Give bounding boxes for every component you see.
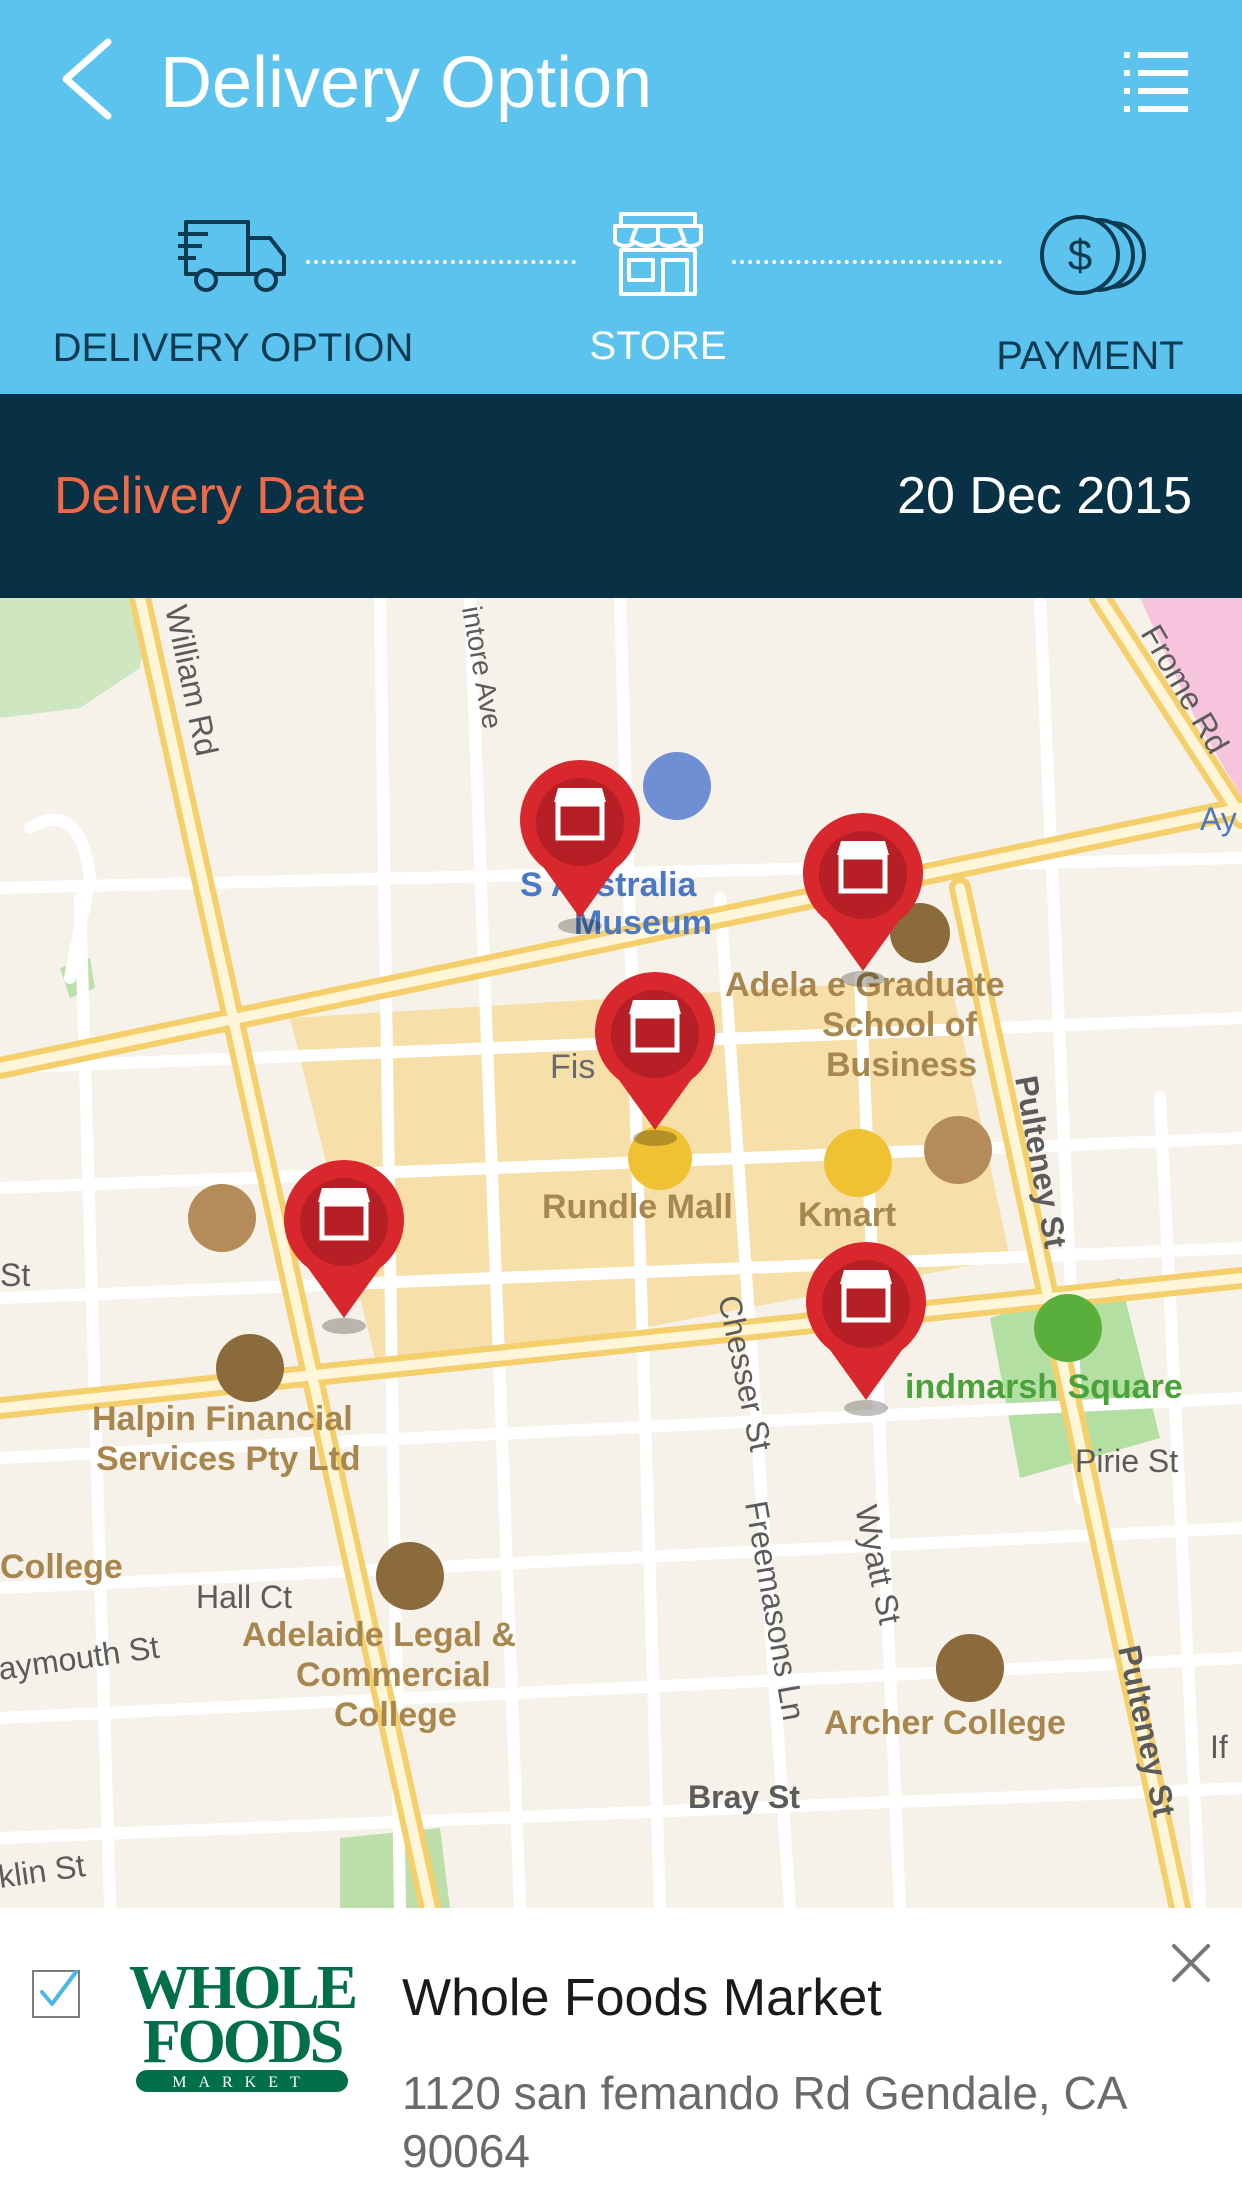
graduation-cap-icon [376, 1542, 444, 1610]
delivery-date-bar[interactable]: Delivery Date 20 Dec 2015 [0, 394, 1242, 598]
page-title: Delivery Option [160, 43, 653, 123]
place-label: Services Pty Ltd [96, 1440, 361, 1478]
app-header: Delivery Option DELIVERY OPTION STORE $ … [0, 0, 1242, 394]
street-label: Hall Ct [196, 1579, 292, 1615]
restaurant-icon [924, 1116, 992, 1184]
close-icon[interactable] [1166, 1938, 1216, 1988]
delivery-truck-icon [178, 220, 286, 292]
place-label: Adelaide Legal & [242, 1616, 516, 1654]
selected-store-card[interactable]: WHOLE FOODS MARKET Whole Foods Market 11… [0, 1908, 1242, 2208]
step-payment[interactable]: $ PAYMENT [980, 212, 1200, 379]
step-connector [732, 260, 1002, 264]
step-delivery-option[interactable]: DELIVERY OPTION [50, 212, 416, 371]
list-menu-icon[interactable] [1124, 50, 1188, 112]
chevron-left-icon[interactable] [52, 34, 132, 124]
place-label: Business [826, 1046, 977, 1084]
step-label: STORE [589, 324, 727, 368]
checkmark-icon [40, 1970, 78, 2006]
store-name: Whole Foods Market [402, 1969, 882, 2027]
step-connector [306, 260, 576, 264]
step-store[interactable]: STORE [560, 212, 756, 369]
coffee-icon [188, 1184, 256, 1252]
place-label: College [0, 1548, 123, 1586]
svg-text:$: $ [1068, 231, 1092, 280]
storefront-icon [613, 212, 703, 296]
place-label: Commercial [296, 1656, 491, 1694]
museum-icon [643, 752, 711, 820]
park-icon [1034, 1294, 1102, 1362]
step-label: DELIVERY OPTION [52, 326, 414, 370]
street-label: Ay [1200, 801, 1237, 837]
place-label: Kmart [798, 1196, 896, 1234]
svg-text:MARKET: MARKET [172, 2074, 312, 2091]
svg-text:FOODS: FOODS [143, 2008, 342, 2076]
place-label: School of [822, 1006, 978, 1044]
place-label: Archer College [824, 1704, 1066, 1742]
street-label: St [0, 1257, 30, 1293]
coins-icon: $ [1040, 215, 1146, 295]
street-label: If [1210, 1729, 1228, 1765]
store-address: 1120 san femando Rd Gendale, CA 90064 [402, 2067, 1125, 2177]
place-label: indmarsh Square [905, 1368, 1183, 1406]
street-label: Pirie St [1075, 1443, 1178, 1479]
place-label: College [334, 1696, 457, 1734]
step-label: PAYMENT [996, 334, 1184, 378]
shopping-bag-icon [824, 1129, 892, 1197]
graduation-cap-icon [216, 1334, 284, 1402]
place-label: Fis [550, 1048, 595, 1086]
whole-foods-logo: WHOLE FOODS MARKET [129, 1954, 356, 2092]
street-label: Bray St [688, 1779, 800, 1815]
place-label: Halpin Financial [92, 1400, 353, 1438]
graduation-cap-icon [936, 1634, 1004, 1702]
store-select-checkbox[interactable] [32, 1970, 80, 2018]
delivery-date-label: Delivery Date [54, 467, 367, 525]
place-label: Rundle Mall [542, 1188, 733, 1226]
store-map[interactable]: William Rd intore Ave Frome Rd Chesser S… [0, 598, 1242, 1908]
delivery-date-value[interactable]: 20 Dec 2015 [897, 466, 1192, 526]
